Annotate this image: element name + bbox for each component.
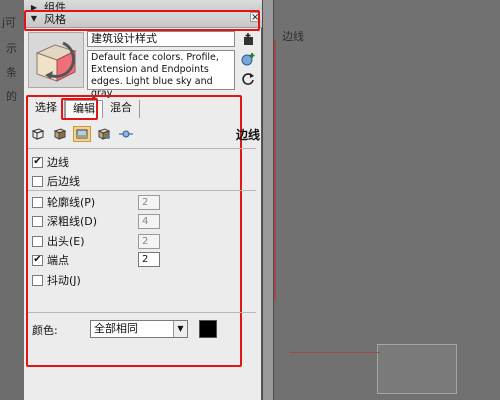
edge-settings-icon[interactable] [29,126,47,142]
option-extension[interactable]: 出头(E) [32,233,85,249]
style-tabs: 选择 编辑 混合 [28,100,140,118]
option-label: 边线 [47,156,69,169]
option-depth-cue[interactable]: 深粗线(D) [32,213,97,229]
tab-select[interactable]: 选择 [28,100,65,118]
watermark-settings-icon[interactable] [95,126,113,142]
style-thumbnail-icon [35,41,77,82]
option-back-edges[interactable]: 后边线 [32,173,80,189]
style-name-field[interactable]: 建筑设计样式 [87,31,235,47]
style-description-field[interactable]: Default face colors. Profile, Extension … [87,50,235,99]
checkbox-depth-cue[interactable] [32,215,43,227]
color-label: 颜色: [32,324,58,337]
option-label: 深粗线(D) [47,215,98,228]
color-row: 颜色: [32,321,58,339]
checkbox-endpoints[interactable]: ✔ [32,254,43,266]
style-thumbnail[interactable] [28,32,84,88]
option-label: 抖动(J) [47,274,81,287]
background-left-panel [0,0,24,400]
background-line [290,352,380,353]
divider [28,190,256,191]
checkbox-profiles[interactable] [32,196,43,208]
face-settings-icon[interactable] [51,126,69,142]
tab-mix[interactable]: 混合 [103,100,140,118]
option-label: 端点 [47,254,69,267]
expand-arrow-icon: ▼ [30,14,38,23]
bg-text: 示 [6,42,17,55]
profiles-width-field[interactable]: 2 [138,195,160,210]
edge-color-swatch[interactable] [199,320,217,338]
background-line [274,40,276,300]
checkbox-extension[interactable] [32,235,43,247]
modeling-settings-icon[interactable] [117,126,135,142]
divider [28,148,256,149]
chevron-down-icon[interactable]: ▼ [173,321,187,337]
styles-header-title: 风格 [44,12,66,26]
edit-category-toolbar [29,126,135,142]
option-label: 轮廓线(P) [47,196,96,209]
tab-edit[interactable]: 编辑 [65,100,103,118]
option-profiles[interactable]: 轮廓线(P) [32,194,95,210]
option-endpoints[interactable]: ✔ 端点 [32,252,69,268]
style-info: 建筑设计样式 Default face colors. Profile, Ext… [24,29,262,99]
depth-cue-width-field[interactable]: 4 [138,214,160,229]
close-icon[interactable]: × [250,12,260,23]
edge-section-title: 边线 [236,128,261,142]
checkbox-edges[interactable]: ✔ [32,156,43,168]
bg-text: j可 [2,16,17,29]
color-mode-value: 全部相同 [94,322,138,335]
create-style-icon[interactable] [238,49,258,69]
divider [28,312,256,313]
option-edges[interactable]: ✔ 边线 [32,154,69,170]
styles-tray: ▶ 组件 ▼ 风格 × 建筑设计样式 Default face colors. … [24,0,262,400]
background-settings-icon[interactable] [73,126,91,142]
bg-text: 条 [6,66,17,79]
background-window [377,344,457,394]
checkbox-jitter[interactable] [32,274,43,286]
option-jitter[interactable]: 抖动(J) [32,272,81,288]
endpoints-length-field[interactable]: 2 [138,252,160,267]
styles-panel-header[interactable]: ▼ 风格 × [24,10,262,28]
checkbox-back-edges[interactable] [32,175,43,187]
add-style-icon[interactable] [238,29,258,49]
color-mode-select[interactable]: 全部相同 ▼ [90,320,188,338]
extension-length-field[interactable]: 2 [138,234,160,249]
refresh-icon[interactable] [238,69,258,89]
bg-text: 的 [6,90,17,103]
bg-label-edges: 边线 [282,30,304,43]
option-label: 后边线 [47,175,80,188]
background-splitter [262,0,274,400]
option-label: 出头(E) [47,235,85,248]
